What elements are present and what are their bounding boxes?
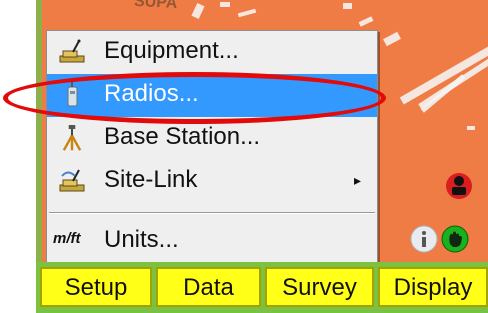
survey-app-screen: SUPA Equipment... Radios... Base Station… — [0, 0, 488, 313]
red-radio-icon[interactable] — [444, 171, 474, 201]
radios-highlight-ellipse — [3, 72, 386, 124]
submenu-arrow-icon: ▸ — [353, 172, 361, 188]
map-top-label: SUPA — [133, 0, 178, 13]
map-white-speckle — [237, 8, 257, 18]
site-link-icon — [59, 169, 85, 192]
tab-display[interactable]: Display — [378, 267, 488, 307]
menu-separator — [49, 212, 375, 214]
map-white-speckle — [343, 3, 352, 9]
map-white-speckle — [383, 31, 401, 47]
menu-item-equipment[interactable]: Equipment... — [47, 31, 377, 74]
equipment-icon — [59, 39, 85, 63]
bottom-tab-bar: Setup Data Survey Display — [36, 262, 488, 313]
tab-setup[interactable]: Setup — [40, 267, 152, 307]
menu-item-units[interactable]: m/ft Units... — [47, 220, 377, 263]
info-icon[interactable] — [410, 225, 438, 253]
green-hand-icon[interactable] — [441, 225, 469, 253]
map-white-speckle — [220, 2, 230, 7]
map-white-speckle — [191, 2, 205, 20]
menu-item-label: Base Station... — [104, 123, 261, 150]
setup-dropdown-menu: Equipment... Radios... Base Station... S… — [46, 30, 378, 264]
base-station-icon — [62, 125, 82, 151]
units-icon: m/ft — [53, 230, 81, 247]
tab-survey[interactable]: Survey — [265, 267, 374, 307]
map-white-speckle — [467, 126, 475, 130]
menu-item-site-link[interactable]: Site-Link ▸ — [47, 160, 377, 203]
menu-item-label: Equipment... — [104, 37, 239, 64]
menu-item-label: Units... — [104, 226, 179, 253]
tab-data[interactable]: Data — [156, 267, 261, 307]
menu-item-label: Site-Link — [104, 166, 198, 193]
map-white-speckle — [358, 16, 374, 27]
left-white-panel — [0, 0, 36, 313]
